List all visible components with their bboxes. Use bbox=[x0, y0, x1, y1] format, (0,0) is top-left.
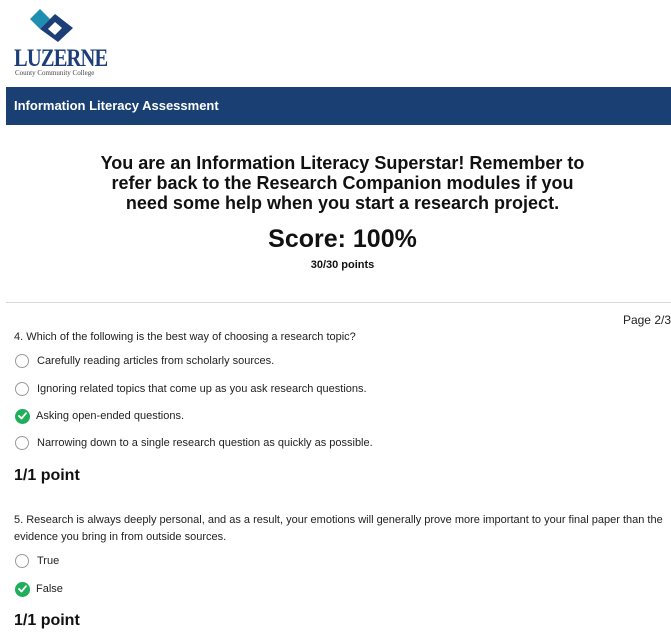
logo-subtitle: County Community College bbox=[15, 69, 95, 77]
radio-empty-icon[interactable] bbox=[15, 554, 29, 568]
assessment-title: Information Literacy Assessment bbox=[14, 98, 219, 113]
question-4-option-1[interactable]: Carefully reading articles from scholarl… bbox=[15, 353, 274, 369]
college-logo: LUZERNE County Community College bbox=[10, 7, 108, 79]
result-message: You are an Information Literacy Supersta… bbox=[100, 153, 585, 213]
divider bbox=[6, 302, 671, 303]
logo-mark-icon bbox=[30, 9, 73, 42]
total-points: 30/30 points bbox=[310, 259, 375, 271]
page-indicator: Page 2/3 bbox=[622, 313, 671, 327]
radio-empty-icon[interactable] bbox=[15, 436, 29, 450]
question-5-points: 1/1 point bbox=[14, 612, 80, 629]
check-circle-icon[interactable] bbox=[15, 581, 30, 597]
option-label: Narrowing down to a single research ques… bbox=[37, 437, 373, 449]
question-5-option-1[interactable]: True bbox=[15, 553, 59, 569]
radio-empty-icon[interactable] bbox=[15, 354, 29, 368]
option-label: Ignoring related topics that come up as … bbox=[37, 383, 367, 395]
option-label: False bbox=[36, 583, 63, 595]
score-heading: Score: 100% bbox=[268, 225, 417, 253]
radio-empty-icon[interactable] bbox=[15, 382, 29, 396]
question-4-option-2[interactable]: Ignoring related topics that come up as … bbox=[15, 381, 367, 397]
check-circle-icon[interactable] bbox=[15, 408, 30, 424]
question-5-text: 5. Research is always deeply personal, a… bbox=[14, 514, 663, 543]
option-label: Asking open-ended questions. bbox=[36, 410, 184, 422]
assessment-header: Information Literacy Assessment bbox=[6, 87, 671, 125]
option-label: Carefully reading articles from scholarl… bbox=[37, 355, 275, 367]
question-4-option-3[interactable]: Asking open-ended questions. bbox=[15, 408, 184, 424]
question-4-text: 4. Which of the following is the best wa… bbox=[14, 331, 356, 343]
option-label: True bbox=[37, 555, 60, 567]
question-4-points: 1/1 point bbox=[14, 467, 80, 484]
question-5-option-2[interactable]: False bbox=[15, 581, 63, 597]
question-4-option-4[interactable]: Narrowing down to a single research ques… bbox=[15, 435, 373, 451]
